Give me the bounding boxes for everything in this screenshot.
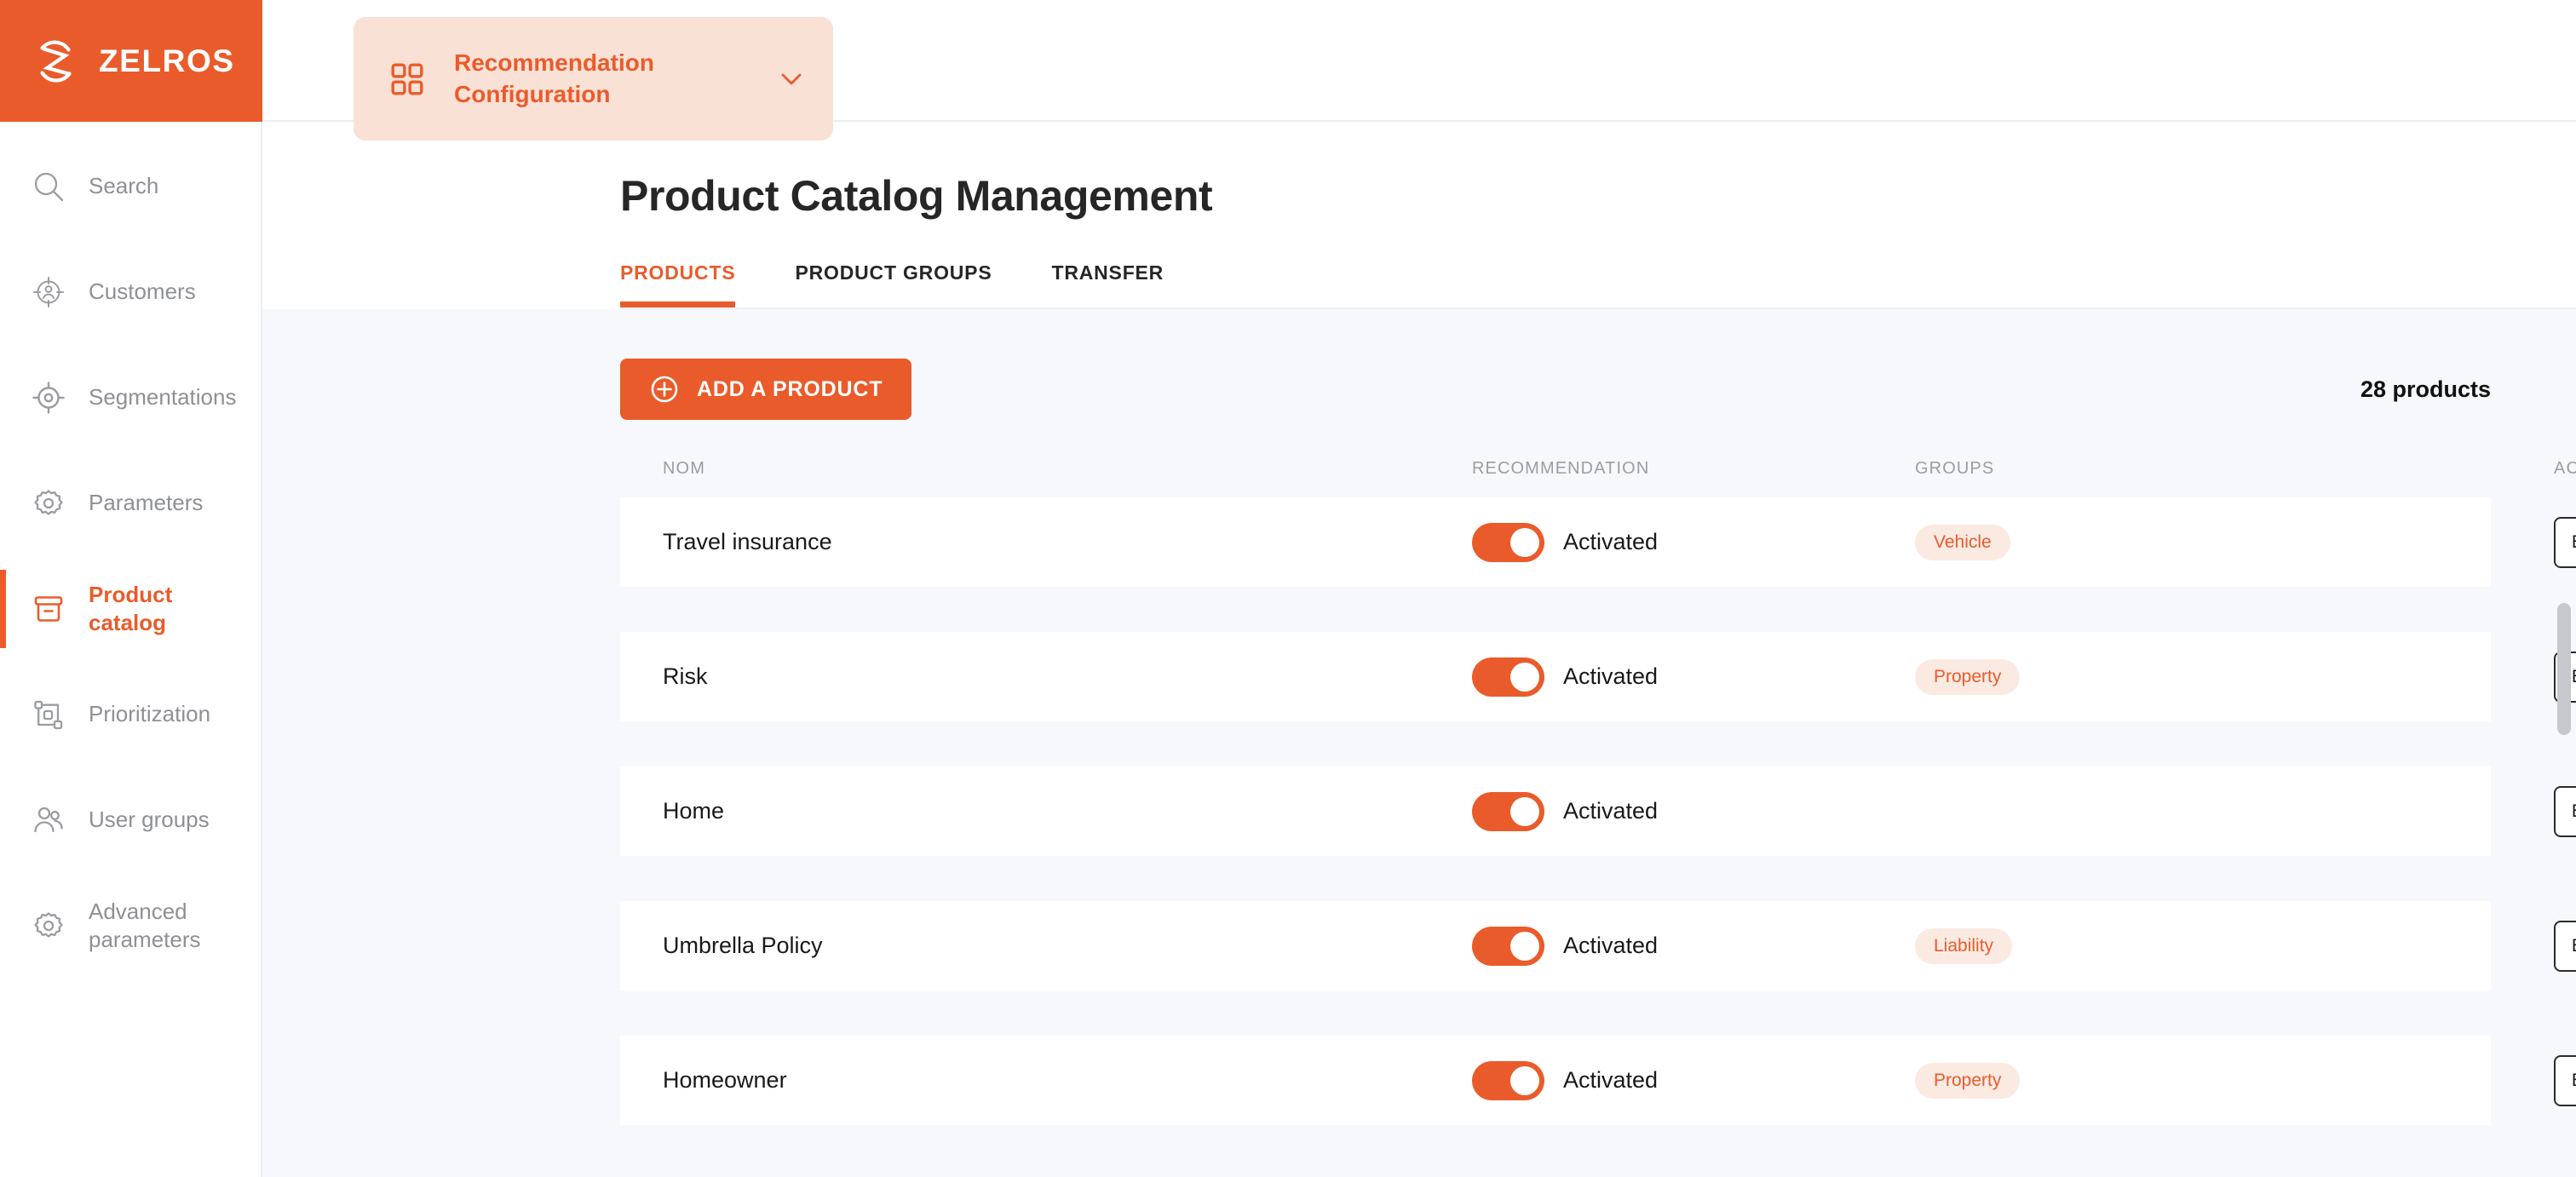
sidebar-item-label: User groups: [89, 807, 210, 833]
table-row: Homeowner Activated Property EDIT: [620, 1036, 2576, 1125]
recommendation-status: Activated: [1563, 1067, 1659, 1093]
toggle-knob: [1510, 796, 1539, 826]
table-row: Home Activated EDIT: [620, 766, 2576, 856]
zelros-z-logo-icon: [31, 35, 83, 88]
column-header-groups: GROUPS: [1915, 459, 1995, 478]
table-row: Risk Activated Property EDIT: [620, 632, 2576, 721]
recommendation-status: Activated: [1563, 933, 1659, 958]
sidebar-item-parameters[interactable]: Parameters: [0, 476, 261, 531]
page-scrollbar-thumb[interactable]: [2557, 603, 2571, 735]
chevron-down-icon[interactable]: [777, 65, 806, 94]
context-switcher-label: Recommendation Configuration: [454, 49, 654, 107]
page-title: Product Catalog Management: [620, 172, 1213, 220]
product-name: Umbrella Policy: [663, 933, 823, 958]
content-area: ADD A PRODUCT 28 products NOM RECOMMENDA…: [262, 309, 2576, 1177]
box-icon: [31, 591, 66, 627]
sidebar-item-search[interactable]: Search: [0, 159, 261, 214]
sidebar-item-label: Segmentations: [89, 384, 237, 411]
hierarchy-icon: [31, 697, 66, 732]
add-product-label: ADD A PRODUCT: [697, 376, 883, 401]
recommendation-cell: Activated: [1472, 926, 1915, 966]
plus-circle-icon: [649, 374, 680, 405]
group-badge: Liability: [1915, 927, 2013, 964]
product-name: Risk: [663, 663, 708, 689]
sidebar-item-label: Parameters: [89, 490, 204, 516]
product-name: Home: [663, 798, 725, 824]
recommendation-cell: Activated: [1472, 1060, 1915, 1100]
sidebar-item-label: Search: [89, 173, 159, 199]
sidebar-item-advanced-parameters[interactable]: Advanced parameters: [0, 899, 261, 953]
table-toolbar: ADD A PRODUCT 28 products: [620, 359, 2491, 420]
settings-gear-icon: [31, 908, 66, 944]
tab-bar: PRODUCTS PRODUCT GROUPS TRANSFER: [620, 261, 2576, 309]
product-name: Travel insurance: [663, 529, 832, 554]
toggle-knob: [1510, 527, 1539, 557]
sidebar-nav: Search Customers Segmentations Parameter…: [0, 122, 261, 953]
toggle-knob: [1510, 931, 1539, 961]
sidebar-item-user-groups[interactable]: User groups: [0, 793, 261, 847]
products-table: NOM RECOMMENDATION GROUPS ACTIONS Travel…: [620, 459, 2576, 1125]
group-badge: Property: [1915, 1062, 2021, 1099]
recommendation-status: Activated: [1563, 529, 1659, 554]
table-row: Travel insurance Activated Vehicle EDIT: [620, 497, 2576, 587]
sidebar-item-customers[interactable]: Customers: [0, 265, 261, 319]
group-badge: Property: [1915, 658, 2021, 695]
recommendation-cell: Activated: [1472, 522, 1915, 562]
groups-cell: Property: [1915, 1062, 2554, 1099]
groups-cell: Liability: [1915, 927, 2554, 964]
sidebar-item-prioritization[interactable]: Prioritization: [0, 687, 261, 742]
grid-four-squares-icon: [389, 61, 425, 97]
gear-icon: [31, 485, 66, 521]
recommendation-toggle[interactable]: [1472, 791, 1544, 831]
users-icon: [31, 802, 66, 838]
sidebar-item-product-catalog[interactable]: Product catalog: [0, 570, 261, 648]
tab-products[interactable]: PRODUCTS: [620, 261, 736, 307]
toggle-knob: [1510, 662, 1539, 692]
edit-button[interactable]: EDIT: [2554, 516, 2576, 568]
table-header-row: NOM RECOMMENDATION GROUPS ACTIONS: [620, 459, 2576, 497]
product-name: Homeowner: [663, 1067, 787, 1093]
groups-cell: Vehicle: [1915, 524, 2554, 560]
recommendation-cell: Activated: [1472, 791, 1915, 831]
actions-cell: EDIT: [2554, 516, 2576, 568]
brand-logo[interactable]: ZELROS: [0, 0, 262, 122]
column-header-actions: ACTIONS: [2554, 459, 2576, 478]
recommendation-toggle[interactable]: [1472, 926, 1544, 966]
app-root: ZELROS Search Customers Segmentations Pa…: [0, 0, 2576, 1177]
sidebar: ZELROS Search Customers Segmentations Pa…: [0, 0, 262, 1177]
customer-target-icon: [31, 274, 66, 310]
sidebar-item-label: Customers: [89, 278, 196, 305]
sidebar-item-label: Product catalog: [89, 581, 173, 635]
recommendation-toggle[interactable]: [1472, 1060, 1544, 1100]
product-count: 28 products: [2360, 376, 2491, 402]
page-header: Product Catalog Management PRODUCTS PROD…: [262, 122, 2576, 309]
recommendation-toggle[interactable]: [1472, 657, 1544, 697]
main-region: Recommendation Configuration Product Cat…: [262, 0, 2576, 1177]
search-icon: [31, 169, 66, 204]
groups-cell: Property: [1915, 658, 2554, 695]
recommendation-toggle[interactable]: [1472, 522, 1544, 562]
toggle-knob: [1510, 1065, 1539, 1095]
sidebar-item-label: Prioritization: [89, 701, 211, 727]
group-badge: Vehicle: [1915, 524, 2010, 560]
tab-transfer[interactable]: TRANSFER: [1051, 261, 1164, 307]
recommendation-status: Activated: [1563, 798, 1659, 824]
sidebar-item-label: Advanced parameters: [89, 898, 201, 952]
target-icon: [31, 380, 66, 416]
column-header-recommendation: RECOMMENDATION: [1472, 459, 1650, 478]
tab-product-groups[interactable]: PRODUCT GROUPS: [795, 261, 992, 307]
recommendation-status: Activated: [1563, 663, 1659, 689]
recommendation-cell: Activated: [1472, 657, 1915, 697]
column-header-nom: NOM: [663, 459, 705, 478]
brand-name: ZELROS: [99, 43, 235, 78]
sidebar-item-segmentations[interactable]: Segmentations: [0, 370, 261, 425]
context-switcher-dropdown[interactable]: Recommendation Configuration: [354, 17, 833, 141]
add-product-button[interactable]: ADD A PRODUCT: [620, 359, 912, 420]
table-row: Umbrella Policy Activated Liability EDIT: [620, 901, 2576, 990]
